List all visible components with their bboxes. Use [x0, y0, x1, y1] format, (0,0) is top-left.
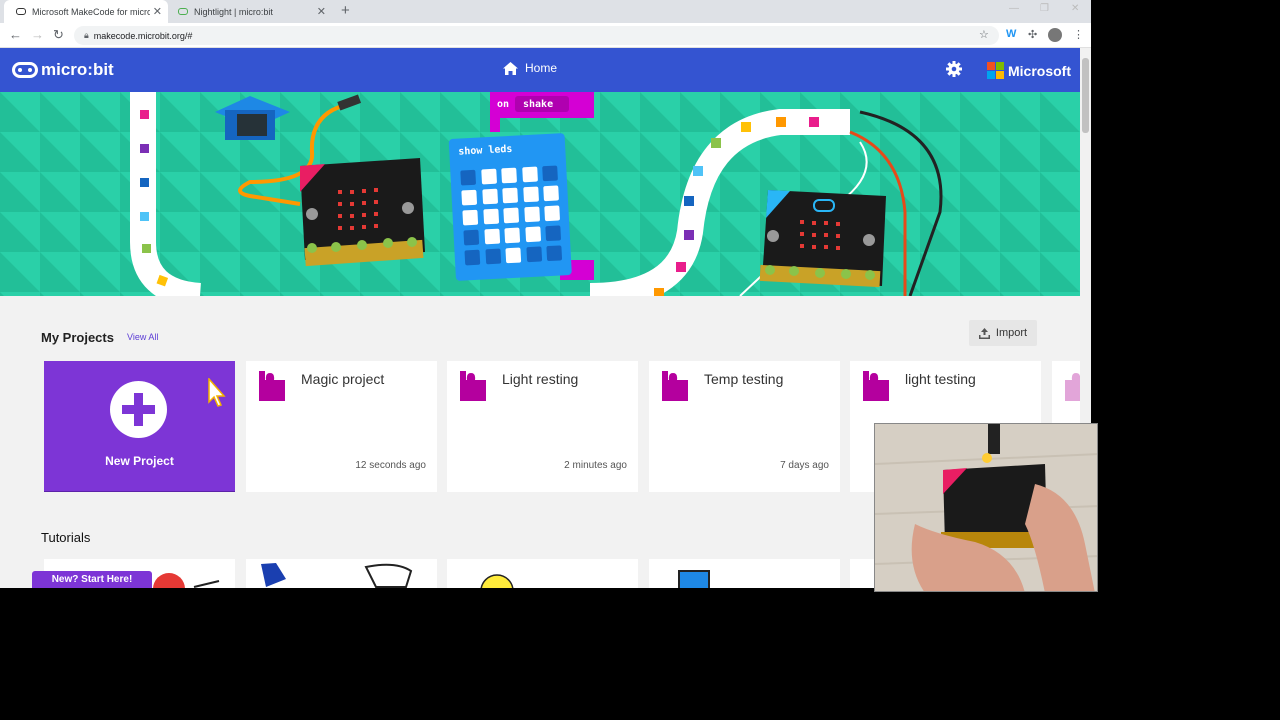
tab-title: Nightlight | micro:bit	[194, 6, 273, 17]
microsoft-label: Microsoft	[1008, 62, 1071, 79]
close-icon[interactable]: ✕	[317, 5, 326, 18]
microsoft-logo[interactable]: Microsoft	[987, 62, 1071, 79]
import-button[interactable]: Import	[969, 320, 1037, 346]
puzzle-piece-icon	[460, 371, 486, 401]
minimize-icon[interactable]: —	[1009, 3, 1019, 14]
project-time: 12 seconds ago	[355, 460, 426, 471]
on-block-label: on	[497, 99, 509, 110]
extension-w-icon[interactable]: W	[1006, 28, 1016, 40]
tutorial-thumbnail	[480, 574, 514, 588]
address-bar[interactable]: 🔒︎ makecode.microbit.org/#	[74, 26, 999, 45]
window-close-icon[interactable]: ✕	[1071, 3, 1079, 14]
hero-illustration: on shake show leds	[0, 92, 1080, 296]
back-icon[interactable]: ←	[9, 27, 22, 42]
project-name: Temp testing	[704, 371, 784, 387]
mouse-cursor-icon	[208, 378, 226, 407]
menu-dots-icon[interactable]: ⋮	[1073, 28, 1084, 41]
tutorial-thumbnail	[678, 570, 710, 588]
project-card[interactable]: Magic project 12 seconds ago	[246, 361, 437, 492]
app-header: micro:bit Home Microsoft	[0, 48, 1080, 92]
tab-strip: Microsoft MakeCode for micro:bit ✕ Night…	[0, 0, 1091, 23]
lock-icon: 🔒︎	[84, 30, 89, 40]
tab-nightlight[interactable]: Nightlight | micro:bit ✕	[166, 0, 332, 23]
microsoft-squares-icon	[987, 62, 1004, 79]
shake-dropdown-label: shake	[523, 99, 553, 110]
project-card[interactable]: Light resting 2 minutes ago	[447, 361, 638, 492]
home-button[interactable]: Home	[503, 61, 557, 75]
tutorial-card[interactable]	[246, 559, 437, 588]
microbit-board-left	[300, 158, 425, 267]
tutorial-card[interactable]	[447, 559, 638, 588]
import-label: Import	[995, 327, 1028, 339]
new-project-card[interactable]: New Project	[44, 361, 235, 492]
new-tab-icon[interactable]: +	[341, 2, 350, 19]
new-start-here-tab[interactable]: New? Start Here!	[32, 571, 152, 588]
tutorial-card[interactable]	[649, 559, 840, 588]
plus-icon	[110, 381, 167, 438]
puzzle-piece-icon	[662, 371, 688, 401]
webcam-hand-with-microbit	[875, 424, 1097, 591]
browser-toolbar: ← → ↻ 🔒︎ makecode.microbit.org/# ☆ W ✣ ⋮	[0, 23, 1091, 48]
bookmark-star-icon[interactable]: ☆	[979, 28, 989, 41]
puzzle-piece-icon	[259, 371, 285, 401]
microbit-logo-icon	[12, 62, 38, 78]
extensions-puzzle-icon[interactable]: ✣	[1028, 28, 1037, 41]
view-all-link[interactable]: View All	[127, 332, 158, 342]
new-project-label: New Project	[105, 454, 174, 468]
project-name: Magic project	[301, 371, 385, 387]
project-name: Light resting	[502, 371, 579, 387]
microbit-favicon-icon	[178, 8, 188, 15]
screen: Microsoft MakeCode for micro:bit ✕ Night…	[0, 0, 1280, 720]
tab-makecode[interactable]: Microsoft MakeCode for micro:bit ✕	[4, 0, 168, 23]
microbit-board-right	[759, 190, 886, 288]
home-icon	[503, 61, 518, 75]
puzzle-piece-icon	[863, 371, 889, 401]
url-text: makecode.microbit.org/#	[93, 30, 193, 41]
upload-icon	[978, 327, 990, 339]
microbit-favicon-icon	[16, 8, 26, 15]
gear-icon[interactable]	[946, 61, 962, 77]
project-name: light testing	[905, 371, 976, 387]
project-time: 2 minutes ago	[564, 460, 627, 471]
webcam-overlay	[874, 423, 1098, 592]
project-card[interactable]: Temp testing 7 days ago	[649, 361, 840, 492]
home-label: Home	[525, 61, 558, 75]
close-icon[interactable]: ✕	[153, 5, 162, 18]
tutorial-thumbnail	[261, 563, 413, 588]
profile-avatar[interactable]	[1048, 28, 1062, 42]
logo-text: micro:bit	[41, 60, 114, 79]
scrollbar-thumb[interactable]	[1082, 58, 1089, 133]
reload-icon[interactable]: ↻	[53, 27, 64, 43]
project-time: 7 days ago	[780, 460, 829, 471]
puzzle-piece-icon	[1065, 373, 1080, 401]
tutorials-heading: Tutorials	[41, 530, 91, 545]
restore-icon[interactable]: ❐	[1040, 3, 1049, 14]
my-projects-heading: My Projects	[41, 330, 114, 345]
forward-icon[interactable]: →	[31, 27, 44, 42]
hero-banner: on shake show leds	[0, 92, 1080, 296]
tab-title: Microsoft MakeCode for micro:bit	[32, 6, 150, 17]
microbit-logo[interactable]: micro:bit	[12, 60, 114, 80]
